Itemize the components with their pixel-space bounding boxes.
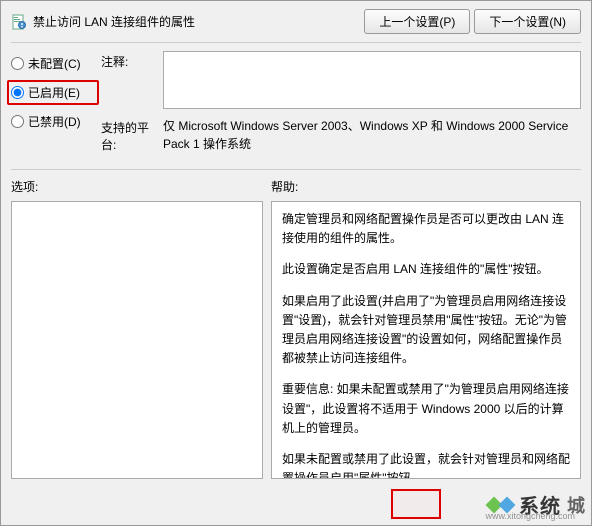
watermark-url: www.xitongcheng.com — [485, 511, 575, 521]
radio-column: 未配置(C) 已启用(E) 已禁用(D) — [11, 51, 97, 161]
radio-disabled[interactable]: 已禁用(D) — [11, 113, 97, 130]
lower-area: 选项: 帮助: 确定管理员和网络配置操作员是否可以更改由 LAN 连接使用的组件… — [1, 178, 591, 479]
config-area: 未配置(C) 已启用(E) 已禁用(D) 注释: 支持的平台: 仅 Micros… — [1, 51, 591, 161]
comment-input[interactable] — [163, 51, 581, 109]
right-config: 注释: 支持的平台: 仅 Microsoft Windows Server 20… — [101, 51, 581, 161]
watermark: 系统 城 www.xitongcheng.com — [488, 490, 585, 519]
comment-row: 注释: — [101, 51, 581, 109]
policy-icon — [11, 14, 27, 30]
help-paragraph: 重要信息: 如果未配置或禁用了"为管理员启用网络连接设置"，此设置将不适用于 W… — [282, 380, 570, 438]
options-box[interactable] — [11, 201, 263, 479]
header-row: 禁止访问 LAN 连接组件的属性 上一个设置(P) 下一个设置(N) — [1, 1, 591, 38]
nav-buttons: 上一个设置(P) 下一个设置(N) — [364, 9, 581, 34]
dialog-window: 禁止访问 LAN 连接组件的属性 上一个设置(P) 下一个设置(N) 未配置(C… — [0, 0, 592, 526]
comment-label: 注释: — [101, 51, 163, 109]
platform-label: 支持的平台: — [101, 117, 163, 153]
help-paragraph: 如果未配置或禁用了此设置，就会针对管理员和网络配置操作员启用"属性"按钮。 — [282, 450, 570, 479]
radio-not-configured[interactable]: 未配置(C) — [11, 55, 97, 72]
watermark-logo-icon — [488, 499, 513, 511]
radio-disabled-input[interactable] — [11, 115, 24, 128]
platform-row: 支持的平台: 仅 Microsoft Windows Server 2003、W… — [101, 117, 581, 153]
radio-disabled-label: 已禁用(D) — [28, 113, 81, 130]
help-column: 帮助: 确定管理员和网络配置操作员是否可以更改由 LAN 连接使用的组件的属性。… — [271, 178, 581, 479]
red-overlay-box — [391, 489, 441, 519]
radio-enabled-input[interactable] — [11, 86, 24, 99]
help-paragraph: 如果启用了此设置(并启用了"为管理员启用网络连接设置"设置)，就会针对管理员禁用… — [282, 292, 570, 369]
help-paragraph: 确定管理员和网络配置操作员是否可以更改由 LAN 连接使用的组件的属性。 — [282, 210, 570, 248]
prev-setting-button[interactable]: 上一个设置(P) — [364, 9, 470, 34]
dialog-title: 禁止访问 LAN 连接组件的属性 — [33, 13, 195, 30]
title-area: 禁止访问 LAN 连接组件的属性 — [11, 13, 356, 30]
help-box[interactable]: 确定管理员和网络配置操作员是否可以更改由 LAN 连接使用的组件的属性。 此设置… — [271, 201, 581, 479]
radio-not-configured-label: 未配置(C) — [28, 55, 81, 72]
help-paragraph: 此设置确定是否启用 LAN 连接组件的"属性"按钮。 — [282, 260, 570, 279]
divider — [11, 169, 581, 170]
highlight-enabled: 已启用(E) — [7, 80, 99, 105]
help-label: 帮助: — [271, 178, 581, 195]
platform-text: 仅 Microsoft Windows Server 2003、Windows … — [163, 117, 581, 153]
options-column: 选项: — [11, 178, 263, 479]
next-setting-button[interactable]: 下一个设置(N) — [474, 9, 581, 34]
divider — [11, 42, 581, 43]
options-label: 选项: — [11, 178, 263, 195]
radio-enabled[interactable]: 已启用(E) — [11, 84, 95, 101]
radio-enabled-label: 已启用(E) — [28, 84, 80, 101]
radio-not-configured-input[interactable] — [11, 57, 24, 70]
